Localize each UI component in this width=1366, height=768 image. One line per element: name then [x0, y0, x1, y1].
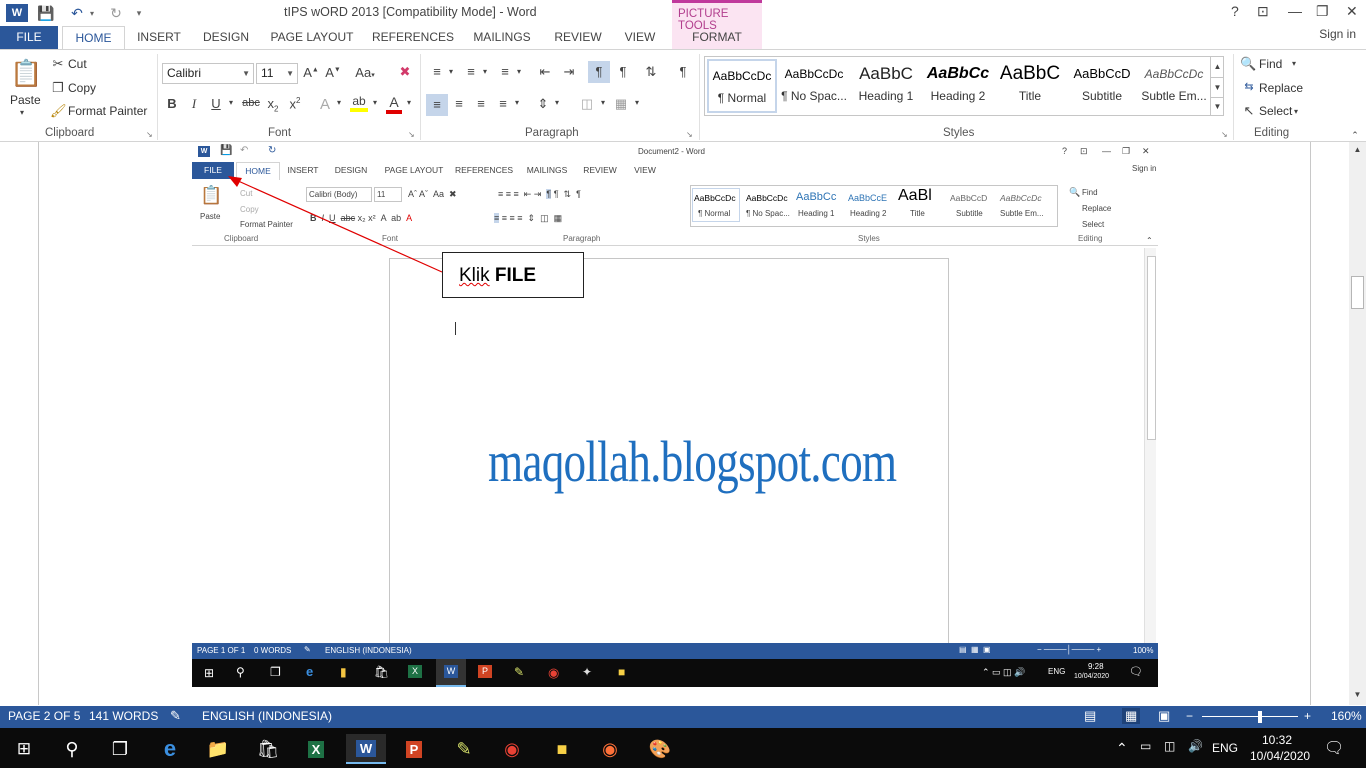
zoom-slider-thumb[interactable]: [1258, 711, 1262, 723]
tray-chevron-icon[interactable]: ⌃: [1116, 740, 1128, 757]
sticky-notes-icon[interactable]: ■: [542, 734, 582, 764]
callout-bold: FILE: [494, 265, 537, 286]
windows-taskbar: ⊞ ⚲ ❐ e 📁 🛍 X W P ✎ ◉ ■ ◉ 🎨 ⌃ ▭ ◫ 🔊 ENG …: [0, 728, 1366, 768]
edge-icon[interactable]: e: [150, 734, 190, 764]
callout-text: Klik FILE: [459, 265, 536, 287]
notification-icon[interactable]: 🗨: [1324, 738, 1344, 758]
clock-date[interactable]: 10/04/2020: [1250, 749, 1310, 763]
arrow-line: [235, 179, 443, 273]
file-explorer-icon[interactable]: 📁: [198, 734, 238, 764]
tray-language[interactable]: ENG: [1212, 741, 1238, 755]
annotation-callout: Klik FILE: [442, 252, 584, 298]
web-layout-icon[interactable]: ▣: [1158, 708, 1170, 724]
paint-icon[interactable]: 🎨: [640, 734, 680, 764]
annotation-arrow: [228, 176, 443, 273]
read-mode-icon[interactable]: ▤: [1084, 708, 1096, 724]
zoom-slider-track[interactable]: [1202, 716, 1298, 717]
firefox-icon[interactable]: ◉: [590, 734, 630, 764]
language-indicator[interactable]: ENGLISH (INDONESIA): [202, 709, 332, 723]
store-icon[interactable]: 🛍: [248, 734, 288, 764]
arrow-head: [228, 176, 242, 187]
word-taskbar-icon[interactable]: W: [346, 734, 386, 764]
callout-prefix: Klik: [459, 265, 490, 286]
clock-time[interactable]: 10:32: [1262, 733, 1292, 747]
task-view-icon[interactable]: ❐: [100, 734, 140, 764]
battery-icon[interactable]: ▭: [1140, 739, 1151, 753]
windows-start-icon[interactable]: ⊞: [4, 734, 44, 764]
zoom-out-icon[interactable]: −: [1186, 709, 1193, 723]
word-window: W 💾 ↶ ▾ ↻ ▾ tIPS wORD 2013 [Compatibilit…: [0, 0, 1366, 768]
excel-icon[interactable]: X: [296, 734, 336, 764]
print-layout-icon[interactable]: ▦: [1122, 708, 1141, 724]
zoom-level[interactable]: 160%: [1331, 709, 1362, 723]
pen-app-icon[interactable]: ✎: [444, 734, 484, 764]
volume-icon[interactable]: 🔊: [1188, 739, 1203, 753]
proofing-icon[interactable]: ✎: [170, 708, 181, 724]
chrome-icon[interactable]: ◉: [492, 734, 532, 764]
status-bar: PAGE 2 OF 5 141 WORDS ✎ ENGLISH (INDONES…: [0, 706, 1366, 728]
search-icon[interactable]: ⚲: [52, 734, 92, 764]
powerpoint-icon[interactable]: P: [394, 734, 434, 764]
word-count[interactable]: 141 WORDS: [89, 709, 158, 723]
page-count[interactable]: PAGE 2 OF 5: [8, 709, 80, 723]
zoom-in-icon[interactable]: +: [1304, 709, 1311, 723]
network-icon[interactable]: ◫: [1164, 739, 1175, 753]
